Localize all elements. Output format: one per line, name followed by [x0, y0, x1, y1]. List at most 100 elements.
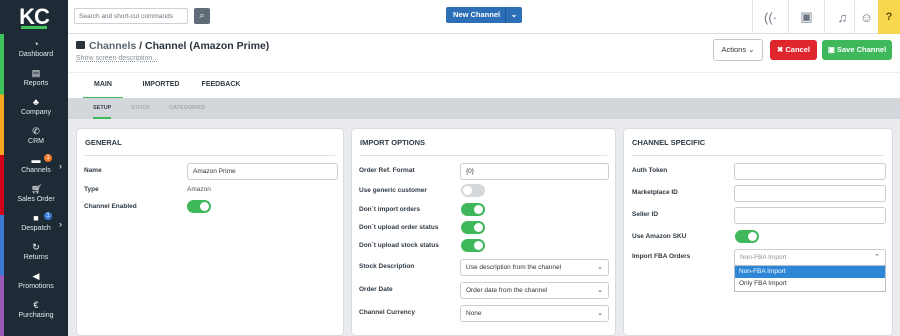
channel-specific-panel: CHANNEL SPECIFIC — [623, 128, 893, 336]
breadcrumb-channels[interactable]: Channels — [89, 40, 136, 52]
sidebar-item-label: Reports — [23, 80, 49, 87]
chevron-down-icon: ⌄ — [748, 45, 755, 54]
order-ref-field[interactable]: {0} — [460, 163, 609, 180]
import-fba-select[interactable]: Non-FBA Import ⌃ — [734, 249, 886, 266]
name-field[interactable]: Amazon Prime — [187, 163, 338, 180]
new-channel-label: New Channel — [453, 10, 501, 19]
page-title: Channels / Channel (Amazon Prime) — [76, 40, 269, 52]
panel-title: GENERAL — [85, 138, 122, 147]
seller-id-label: Seller ID — [632, 211, 659, 218]
type-label: Type — [84, 186, 99, 193]
help-button[interactable]: ? — [878, 0, 900, 34]
sidebar-item-returns[interactable]: ↻ Returns — [4, 239, 68, 268]
dashboard-icon: ◔ — [33, 39, 39, 49]
save-icon: ▣ — [827, 45, 835, 54]
select-value: Use description from the channel — [466, 264, 562, 271]
sidebar: KC ◔ Dashboard ▤ Reports ♣ Company ✆ CRM… — [0, 0, 68, 336]
cancel-button[interactable]: ✖ Cancel — [770, 40, 817, 60]
type-value: Amazon — [187, 186, 211, 193]
auth-token-field[interactable] — [734, 163, 886, 180]
search-input[interactable]: Search and short-cut commands — [74, 8, 188, 24]
chevron-down-icon: ⌄ — [597, 310, 603, 317]
broadcast-icon[interactable]: ((· — [752, 0, 788, 34]
general-panel: GENERAL — [76, 128, 344, 336]
marketplace-id-label: Marketplace ID — [632, 189, 678, 196]
avatar[interactable]: ☺ — [854, 0, 878, 34]
chevron-down-icon: ⌄ — [597, 264, 603, 271]
divider — [360, 155, 607, 156]
sidebar-item-sales-order[interactable]: 🛒︎ Sales Order — [4, 181, 68, 210]
chevron-right-icon: › — [59, 161, 62, 171]
dropdown-option-non-fba[interactable]: Non-FBA Import — [735, 266, 885, 278]
panel-title: IMPORT OPTIONS — [360, 138, 426, 147]
warehouse-icon[interactable]: ▣ — [788, 0, 824, 34]
order-ref-label: Order Ref. Format — [359, 167, 415, 174]
sidebar-item-reports[interactable]: ▤ Reports — [4, 65, 68, 94]
select-value: Order date from the channel — [466, 287, 548, 294]
use-amazon-sku-toggle[interactable] — [735, 230, 759, 243]
dont-upload-status-label: Don`t upload order status — [359, 224, 439, 231]
logo-underline — [21, 26, 47, 29]
tab-imported-orders[interactable]: IMPORTED ORDERS — [130, 73, 192, 112]
sidebar-item-company[interactable]: ♣ Company — [4, 94, 68, 123]
cart-icon: 🛒︎ — [31, 184, 43, 194]
dont-upload-status-toggle[interactable] — [461, 221, 485, 234]
select-value: None — [466, 310, 482, 317]
reports-icon: ▤ — [31, 68, 41, 78]
sidebar-item-promotions[interactable]: ◀ Promotions — [4, 268, 68, 297]
subtab-stock[interactable]: STOCK — [131, 98, 150, 119]
dont-import-toggle[interactable] — [461, 203, 485, 216]
subtab-setup[interactable]: SETUP — [93, 98, 112, 119]
save-channel-button[interactable]: ▣ Save Channel — [822, 40, 892, 60]
company-icon: ♣ — [33, 97, 39, 107]
sidebar-item-label: Despatch — [21, 225, 51, 232]
sidebar-item-label: CRM — [28, 138, 44, 145]
sidebar-item-label: Returns — [23, 254, 49, 261]
stock-description-select[interactable]: Use description from the channel ⌄ — [460, 259, 609, 276]
generic-customer-toggle[interactable] — [461, 184, 485, 197]
auth-token-label: Auth Token — [632, 167, 668, 174]
chevron-right-icon: › — [59, 219, 62, 229]
chevron-down-icon: ⌄ — [597, 287, 603, 294]
subtab-categories[interactable]: CATEGORIES — [169, 98, 205, 119]
generic-customer-label: Use generic customer — [359, 187, 427, 194]
megaphone-icon: ◀ — [32, 271, 40, 281]
dropdown-option-only-fba[interactable]: Only FBA Import — [735, 278, 885, 290]
sidebar-item-label: Purchasing — [18, 312, 54, 319]
new-channel-button[interactable]: New Channel ⌄ — [446, 7, 522, 23]
subtabs: SETUP STOCK CATEGORIES — [68, 98, 900, 119]
search-icon: ⌕ — [199, 10, 205, 20]
dont-upload-stock-toggle[interactable] — [461, 239, 485, 252]
show-description-link[interactable]: Show screen description... — [76, 55, 158, 62]
sidebar-item-label: Promotions — [18, 283, 54, 290]
panel-title: CHANNEL SPECIFIC — [632, 138, 706, 147]
channel-currency-select[interactable]: None ⌄ — [460, 305, 609, 322]
chevron-down-icon[interactable]: ⌄ — [505, 7, 522, 23]
tab-main[interactable]: MAIN — [83, 73, 123, 99]
sidebar-item-despatch[interactable]: ■ Despatch 1 › — [4, 210, 68, 239]
tabs: MAIN IMPORTED ORDERS FEEDBACK — [68, 72, 900, 112]
channel-enabled-toggle[interactable] — [187, 200, 211, 213]
actions-button[interactable]: Actions ⌄ — [713, 39, 763, 61]
close-icon: ✖ — [777, 45, 784, 54]
use-amazon-sku-label: Use Amazon SKU — [632, 233, 687, 240]
divider — [632, 155, 884, 156]
channels-icon — [76, 41, 85, 49]
sidebar-item-purchasing[interactable]: € Purchasing — [4, 297, 68, 326]
channel-enabled-label: Channel Enabled — [84, 203, 137, 210]
select-value: Non-FBA Import — [740, 254, 787, 261]
tab-feedback[interactable]: FEEDBACK — [196, 73, 246, 99]
sidebar-item-channels[interactable]: ▬ Channels 1 › — [4, 152, 68, 181]
returns-icon: ↻ — [32, 242, 40, 252]
sidebar-item-dashboard[interactable]: ◔ Dashboard — [4, 36, 68, 65]
sidebar-item-crm[interactable]: ✆ CRM — [4, 123, 68, 152]
search-button[interactable]: ⌕ — [194, 8, 210, 24]
channels-icon: ▬ — [31, 155, 41, 165]
marketplace-id-field[interactable] — [734, 185, 886, 202]
order-date-label: Order Date — [359, 286, 393, 293]
order-date-select[interactable]: Order date from the channel ⌄ — [460, 282, 609, 299]
actions-label: Actions — [721, 45, 747, 54]
dont-upload-stock-label: Don`t upload stock status — [359, 242, 439, 249]
purchasing-icon: € — [33, 300, 39, 310]
seller-id-field[interactable] — [734, 207, 886, 224]
